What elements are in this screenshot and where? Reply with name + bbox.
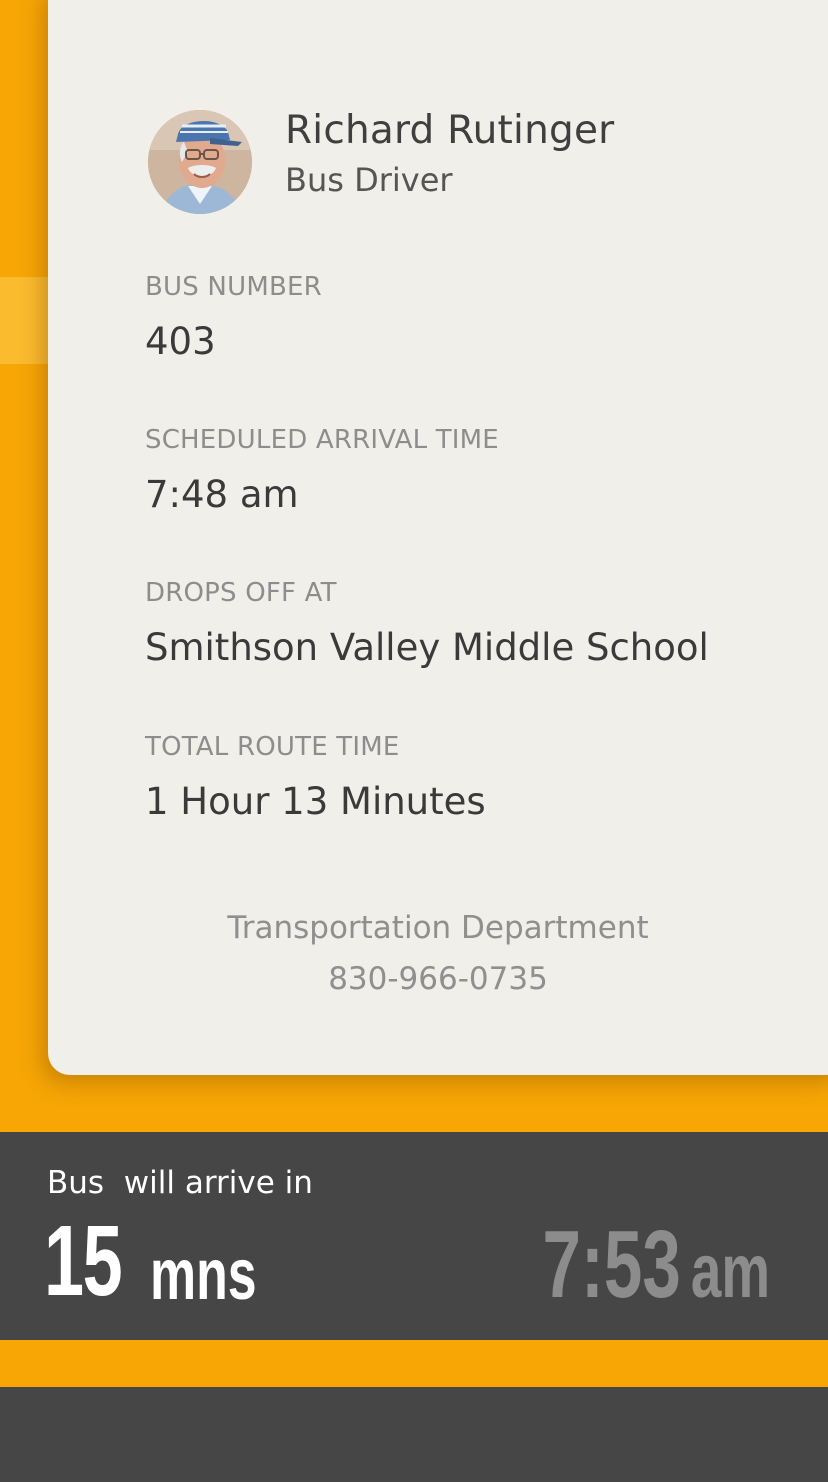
- driver-avatar: [148, 110, 252, 214]
- department-phone[interactable]: 830-966-0735: [48, 961, 828, 997]
- bus-number-value: 403: [145, 320, 216, 363]
- drops-off-label: DROPS OFF AT: [145, 578, 337, 608]
- driver-role: Bus Driver: [285, 161, 453, 199]
- eta-arrival-time: 7:53 am: [542, 1210, 770, 1320]
- driver-photo-icon: [148, 110, 252, 214]
- scheduled-arrival-value: 7:48 am: [145, 473, 299, 516]
- route-time-label: TOTAL ROUTE TIME: [145, 732, 400, 762]
- eta-unit: mns: [150, 1235, 257, 1315]
- scheduled-arrival-label: SCHEDULED ARRIVAL TIME: [145, 425, 499, 455]
- eta-time-value: 7:53: [542, 1211, 681, 1318]
- background-strip: [0, 0, 48, 1130]
- eta-label: Bus will arrive in: [47, 1165, 313, 1201]
- bus-number-label: BUS NUMBER: [145, 272, 322, 302]
- side-tab[interactable]: [0, 277, 48, 364]
- route-time-value: 1 Hour 13 Minutes: [145, 780, 486, 823]
- driver-name: Richard Rutinger: [285, 108, 615, 153]
- eta-ampm: am: [690, 1229, 770, 1314]
- bottom-bar: [0, 1387, 828, 1482]
- drops-off-value: Smithson Valley Middle School: [145, 626, 709, 669]
- eta-minutes: 15: [44, 1205, 123, 1317]
- department-name: Transportation Department: [227, 910, 649, 946]
